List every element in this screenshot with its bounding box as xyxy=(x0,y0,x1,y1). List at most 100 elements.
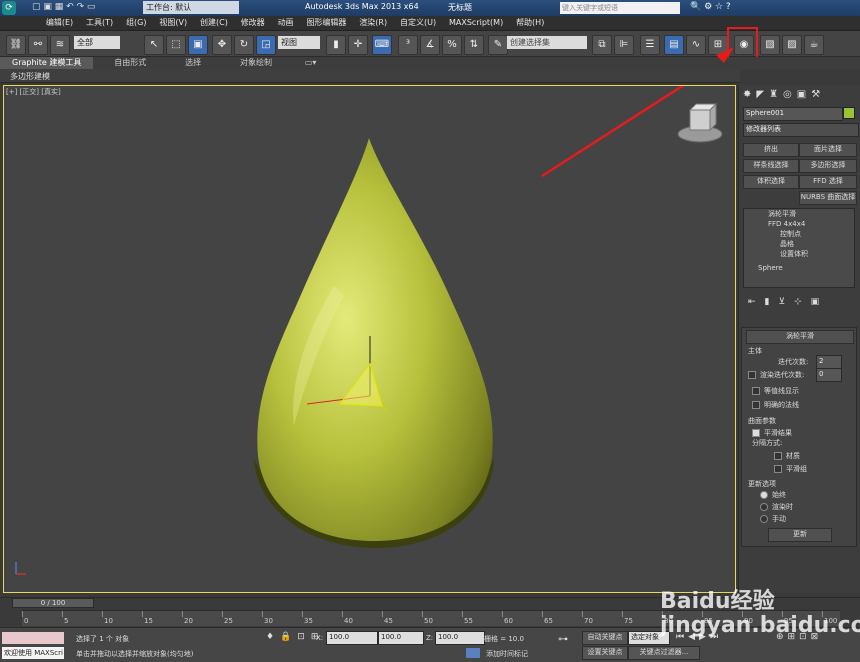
maxscript-listener[interactable] xyxy=(2,632,64,644)
window-controls[interactable]: 🔍 ⚙ ☆ ? xyxy=(690,2,731,12)
auto-key-button[interactable]: 自动关键点 xyxy=(582,631,628,645)
menu-rendering[interactable]: 渲染(R) xyxy=(354,16,392,29)
nurbs-select-button[interactable]: NURBS 曲面选择 xyxy=(799,191,857,205)
edit-named-sets-icon[interactable]: ✎ xyxy=(488,35,508,55)
explicit-normals-checkbox[interactable]: 明确的法线 xyxy=(752,400,799,410)
viewport-label[interactable]: [+] [正交] [真实] xyxy=(6,87,61,97)
rollout-title[interactable]: 涡轮平滑 xyxy=(746,330,854,344)
scale-icon[interactable]: ◲ xyxy=(256,35,276,55)
surface-params-label: 曲面参数 xyxy=(748,417,776,425)
stack-item-lattice[interactable]: 晶格 xyxy=(744,239,854,249)
menu-create[interactable]: 创建(C) xyxy=(195,16,233,29)
cmd-panel-tabs[interactable]: ✸◤♜◎▣⚒ xyxy=(743,89,857,103)
tab-freeform[interactable]: 自由形式 xyxy=(96,57,164,69)
object-color-swatch[interactable] xyxy=(843,107,855,119)
timeline-tick-mark xyxy=(582,611,583,617)
ffd-select-button[interactable]: FFD 选择 xyxy=(799,175,857,189)
set-key-button[interactable]: 设置关键点 xyxy=(582,646,628,660)
pivot-center-icon[interactable]: ▮ xyxy=(326,35,346,55)
polygon-modeling-label[interactable]: 多边形建模 xyxy=(10,71,50,82)
y-field[interactable]: 100.0 xyxy=(378,631,424,645)
menu-group[interactable]: 组(G) xyxy=(121,16,151,29)
stack-item-set-volume[interactable]: 设置体积 xyxy=(744,249,854,259)
menu-tools[interactable]: 工具(T) xyxy=(81,16,118,29)
align-icon[interactable]: ⊫ xyxy=(614,35,634,55)
search-input[interactable]: 键入关键字或短语 xyxy=(560,2,680,14)
render-iters-row[interactable]: 渲染迭代次数: xyxy=(748,370,804,380)
link-icon[interactable]: ⛓ xyxy=(6,35,26,55)
menu-graph-editors[interactable]: 图形编辑器 xyxy=(301,16,351,29)
graphite-toggle-icon[interactable]: ▤ xyxy=(664,35,684,55)
tab-graphite-modeling[interactable]: Graphite 建模工具 xyxy=(0,57,94,69)
maxscript-welcome[interactable]: 欢迎使用 MAXScri xyxy=(2,647,64,659)
named-selection-dropdown[interactable]: 创建选择集 xyxy=(507,36,587,49)
z-field[interactable]: 100.0 xyxy=(435,631,485,645)
modifier-list-dropdown[interactable]: 修改器列表 xyxy=(743,123,859,137)
curve-editor-icon[interactable]: ∿ xyxy=(686,35,706,55)
materials-checkbox[interactable]: 材质 xyxy=(774,451,800,461)
y-label: Y: xyxy=(368,634,374,642)
render-production-icon[interactable]: ☕ xyxy=(804,35,824,55)
key-icon[interactable]: ⊶ xyxy=(558,634,568,645)
menu-customize[interactable]: 自定义(U) xyxy=(395,16,441,29)
select-region-icon[interactable]: ⬚ xyxy=(166,35,186,55)
unlink-icon[interactable]: ⚯ xyxy=(28,35,48,55)
menu-animation[interactable]: 动画 xyxy=(273,16,299,29)
tab-selection[interactable]: 选择 xyxy=(167,57,219,69)
angle-snap-icon[interactable]: ∡ xyxy=(420,35,440,55)
time-tag-icon[interactable] xyxy=(466,648,480,658)
mirror-icon[interactable]: ⧉ xyxy=(592,35,612,55)
stack-item-control-points[interactable]: 控制点 xyxy=(744,229,854,239)
update-button[interactable]: 更新 xyxy=(768,528,832,542)
menu-modifiers[interactable]: 修改器 xyxy=(236,16,270,29)
menu-views[interactable]: 视图(V) xyxy=(154,16,192,29)
stack-item-sphere[interactable]: Sphere xyxy=(744,263,854,273)
ribbon-options-icon[interactable]: ▭▾ xyxy=(293,57,329,69)
vol-select-button[interactable]: 体积选择 xyxy=(743,175,799,189)
when-rendering-radio[interactable]: 渲染时 xyxy=(760,502,793,512)
stack-item-ffd[interactable]: FFD 4x4x4 xyxy=(744,219,854,229)
stack-tools[interactable]: ⇤▮⊻⊹▣ xyxy=(748,297,856,311)
isoline-checkbox[interactable]: 等值线显示 xyxy=(752,386,799,396)
workspace-dropdown[interactable]: 工作台: 默认 xyxy=(143,1,239,14)
select-object-icon[interactable]: ↖ xyxy=(144,35,164,55)
bind-spacewarp-icon[interactable]: ≋ xyxy=(50,35,70,55)
poly-select-button[interactable]: 多边形选择 xyxy=(799,159,857,173)
tab-object-paint[interactable]: 对象绘制 xyxy=(222,57,290,69)
reference-coord-dropdown[interactable]: 视图 xyxy=(278,36,320,49)
app-logo-icon[interactable]: ⟳ xyxy=(2,1,16,15)
smooth-result-checkbox[interactable]: 平滑结果 xyxy=(752,428,792,438)
menu-help[interactable]: 帮助(H) xyxy=(511,16,549,29)
selection-filter-dropdown[interactable]: 全部 xyxy=(74,36,120,49)
layer-manager-icon[interactable]: ☰ xyxy=(640,35,660,55)
render-setup-icon[interactable]: ▧ xyxy=(760,35,780,55)
extrude-button[interactable]: 挤出 xyxy=(743,143,799,157)
always-radio[interactable]: 始终 xyxy=(760,490,786,500)
rotate-icon[interactable]: ↻ xyxy=(234,35,254,55)
stack-item-turbosmooth[interactable]: 涡轮平滑 xyxy=(744,209,854,219)
menu-maxscript[interactable]: MAXScript(M) xyxy=(444,17,508,28)
patch-select-button[interactable]: 面片选择 xyxy=(799,143,857,157)
smoothing-groups-checkbox[interactable]: 平滑组 xyxy=(774,464,807,474)
quick-access-icons[interactable]: ▢ ▣ ▦ ↶ ↷ ▭ xyxy=(32,2,95,12)
menu-edit[interactable]: 编辑(E) xyxy=(41,16,78,29)
object-name-field[interactable]: Sphere001 xyxy=(743,107,843,121)
percent-snap-icon[interactable]: % xyxy=(442,35,462,55)
rendered-frame-window-icon[interactable]: ▨ xyxy=(782,35,802,55)
key-filters-button[interactable]: 关键点过滤器... xyxy=(628,646,700,660)
select-manipulate-icon[interactable]: ✛ xyxy=(348,35,368,55)
spinner-snap-icon[interactable]: ⇅ xyxy=(464,35,484,55)
add-time-tag[interactable]: 添加时间标记 xyxy=(486,649,528,659)
timeline-tick-label: 60 xyxy=(504,617,513,625)
snap-toggle-icon[interactable]: ³ xyxy=(398,35,418,55)
window-crossing-icon[interactable]: ▣ xyxy=(188,35,208,55)
keyboard-shortcut-icon[interactable]: ⌨ xyxy=(372,35,392,55)
move-icon[interactable]: ✥ xyxy=(212,35,232,55)
perspective-viewport[interactable] xyxy=(3,85,736,593)
spline-select-button[interactable]: 样条线选择 xyxy=(743,159,799,173)
manually-radio[interactable]: 手动 xyxy=(760,514,786,524)
iterations-spinner[interactable]: 2 xyxy=(816,355,842,369)
modifier-stack[interactable]: 涡轮平滑 FFD 4x4x4 控制点 晶格 设置体积 Sphere xyxy=(743,208,855,288)
time-slider[interactable]: 0 / 100 xyxy=(12,598,94,608)
render-iters-spinner[interactable]: 0 xyxy=(816,368,842,382)
